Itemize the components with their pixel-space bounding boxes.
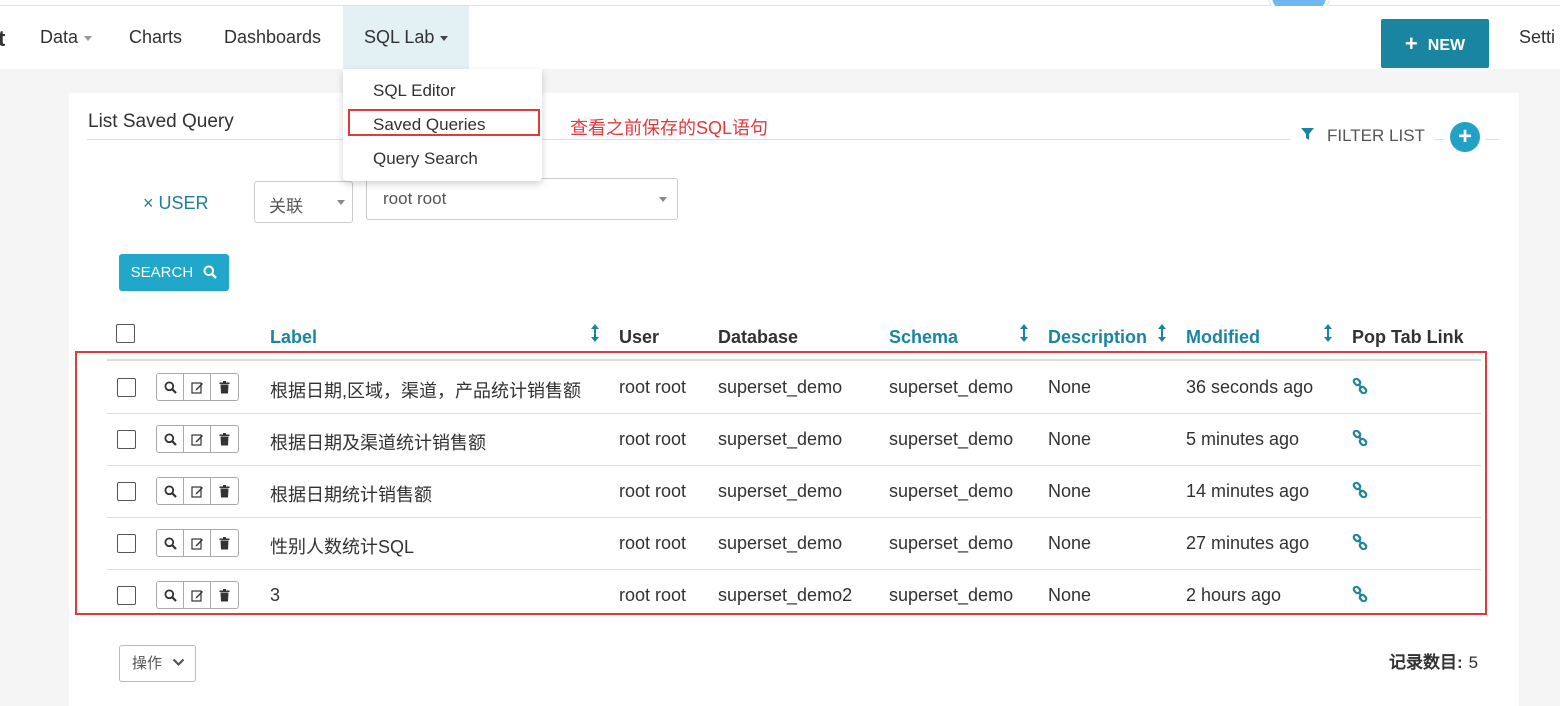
brand-logo-text[interactable]: t bbox=[0, 26, 5, 52]
saved-queries-highlight-box bbox=[348, 109, 540, 136]
rows-highlight-box bbox=[75, 351, 1487, 615]
caret-down-icon bbox=[440, 35, 449, 41]
column-header-user: User bbox=[619, 327, 660, 347]
nav-item-label: Dashboards bbox=[224, 27, 322, 47]
search-icon bbox=[203, 265, 218, 279]
nav-item-settings[interactable]: Setti bbox=[1519, 6, 1555, 69]
sort-icon[interactable] bbox=[1019, 323, 1029, 343]
annotation-text: 查看之前保存的SQL语句 bbox=[570, 118, 769, 138]
column-header-pop-tab-link: Pop Tab Link bbox=[1352, 327, 1464, 347]
plus-icon: + bbox=[1457, 123, 1472, 150]
nav-item-data[interactable]: Data bbox=[40, 6, 93, 69]
filter-list-label: FILTER LIST bbox=[1327, 126, 1425, 145]
new-button[interactable]: + NEW bbox=[1381, 19, 1489, 68]
column-header-label[interactable]: Label bbox=[270, 327, 317, 348]
actions-label: 操作 bbox=[132, 655, 163, 672]
actions-dropdown-button[interactable]: 操作 bbox=[119, 645, 196, 682]
filter-list-button[interactable]: FILTER LIST bbox=[1290, 124, 1435, 148]
record-count-label: 记录数目: bbox=[1389, 653, 1463, 672]
nav-item-label: Data bbox=[40, 27, 79, 47]
menu-item-sql-editor[interactable]: SQL Editor bbox=[373, 81, 456, 101]
caret-down-icon bbox=[659, 197, 667, 202]
select-all-checkbox[interactable] bbox=[116, 324, 135, 343]
sort-icon[interactable] bbox=[1157, 323, 1167, 343]
record-count-value: 5 bbox=[1468, 653, 1479, 672]
nav-item-charts[interactable]: Charts bbox=[129, 6, 182, 69]
search-button[interactable]: SEARCH bbox=[119, 254, 229, 291]
nav-item-label: Charts bbox=[129, 27, 183, 47]
caret-down-icon bbox=[337, 200, 345, 205]
nav-item-dashboards[interactable]: Dashboards bbox=[224, 6, 321, 69]
sort-icon[interactable] bbox=[1323, 323, 1333, 343]
column-header-database: Database bbox=[718, 327, 799, 347]
filter-value-select[interactable]: root root bbox=[366, 178, 678, 220]
filter-relation-select[interactable]: 关联 bbox=[254, 181, 353, 223]
search-button-label: SEARCH bbox=[130, 264, 194, 281]
chevron-down-icon bbox=[172, 658, 185, 667]
navbar: t Data Charts Dashboards SQL Lab + NEW Se… bbox=[0, 6, 1560, 69]
filter-value: root root bbox=[383, 189, 447, 208]
add-filter-button[interactable]: + bbox=[1450, 122, 1480, 152]
nav-item-label: SQL Lab bbox=[364, 27, 435, 47]
title-divider bbox=[87, 139, 1499, 140]
plus-icon: + bbox=[1404, 31, 1418, 56]
sort-icon[interactable] bbox=[590, 323, 600, 343]
menu-item-query-search[interactable]: Query Search bbox=[373, 149, 478, 169]
remove-user-filter[interactable]: × USER bbox=[143, 193, 209, 214]
column-header-modified[interactable]: Modified bbox=[1186, 327, 1260, 348]
filter-icon bbox=[1300, 125, 1315, 149]
page-title: List Saved Query bbox=[88, 111, 234, 132]
column-header-description[interactable]: Description bbox=[1048, 327, 1147, 348]
caret-down-icon bbox=[84, 35, 93, 41]
new-button-label: NEW bbox=[1427, 37, 1466, 54]
nav-item-sql-lab[interactable]: SQL Lab bbox=[343, 6, 470, 69]
record-count: 记录数目: 5 bbox=[1389, 648, 1478, 673]
column-header-schema[interactable]: Schema bbox=[889, 327, 958, 348]
filter-relation-value: 关联 bbox=[269, 197, 303, 216]
